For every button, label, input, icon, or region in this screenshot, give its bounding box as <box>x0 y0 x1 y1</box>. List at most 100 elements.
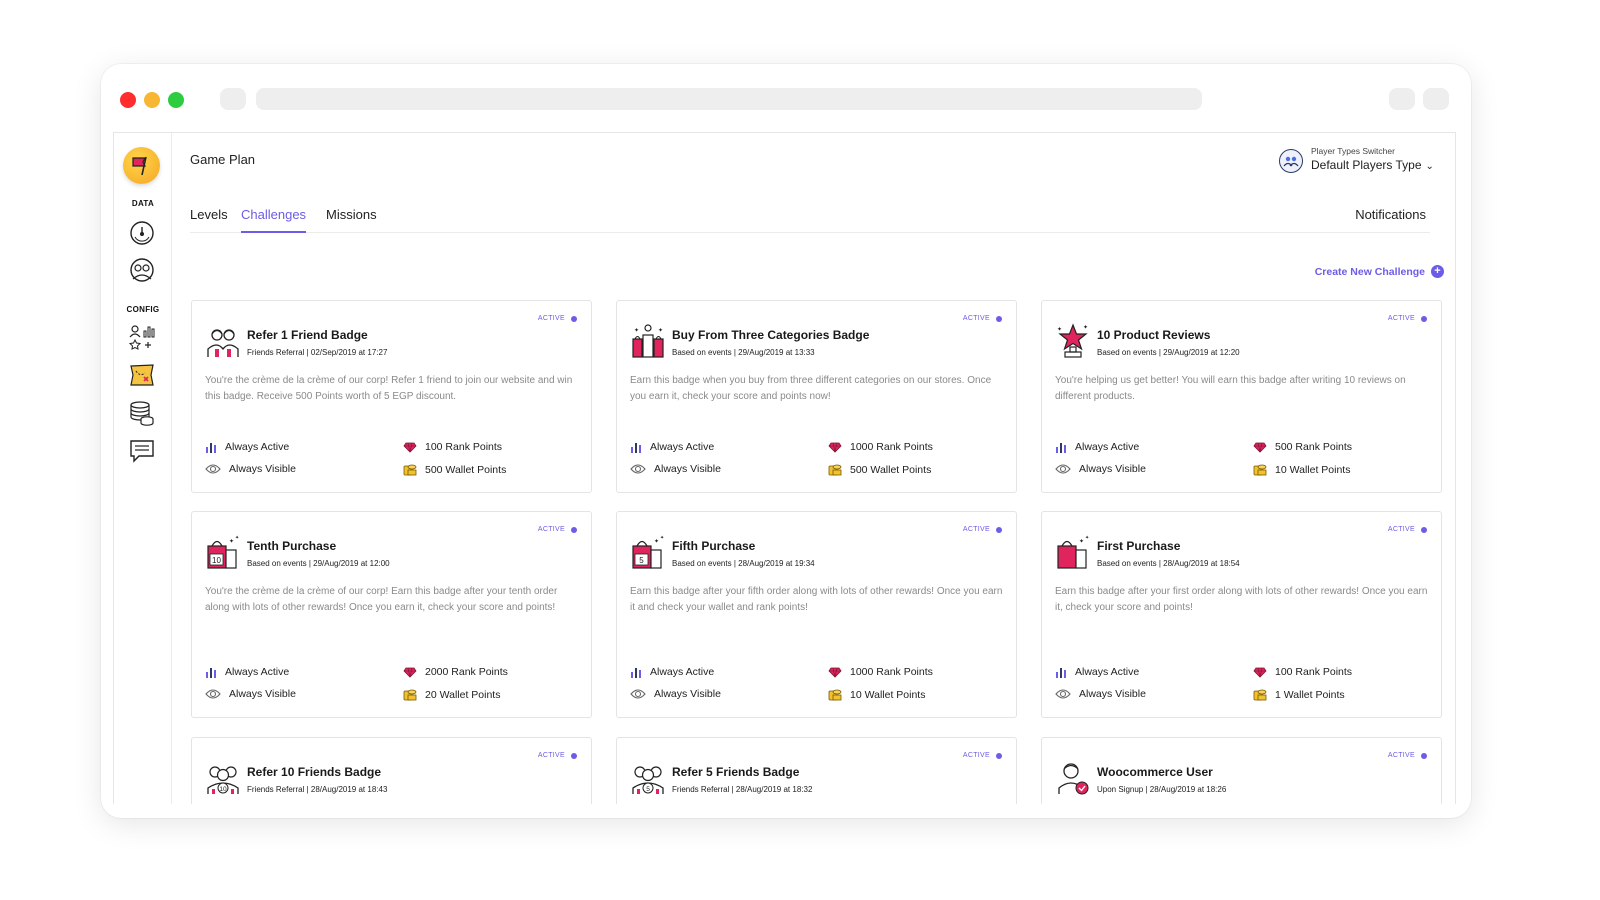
challenge-title: Buy From Three Categories Badge <box>672 328 870 342</box>
gold-coins-icon <box>403 464 417 476</box>
tab-missions[interactable]: Missions <box>326 207 377 231</box>
always-visible-label: Always Visible <box>229 463 296 475</box>
wallet-points-row: 500 Wallet Points <box>828 463 931 476</box>
status-dot <box>1421 526 1427 533</box>
challenge-title: Refer 1 Friend Badge <box>247 328 368 342</box>
wallet-points-row: 10 Wallet Points <box>1253 463 1350 476</box>
ruby-gem-icon <box>403 667 417 678</box>
tab-notifications[interactable]: Notifications <box>1355 207 1426 231</box>
status-dot <box>996 315 1002 322</box>
gauge-icon[interactable] <box>128 219 156 247</box>
create-button-label: Create New Challenge <box>1314 265 1425 278</box>
browser-control-button[interactable] <box>1423 88 1449 110</box>
ruby-gem-icon <box>1253 442 1267 453</box>
challenge-card[interactable]: ACTIVE ✦ ✦ Buy From Three Categories Badg… <box>616 300 1017 493</box>
always-active-label: Always Active <box>1075 441 1140 453</box>
browser-control-button[interactable] <box>1389 88 1415 110</box>
player-types-switcher[interactable]: Player Types Switcher Default Players Ty… <box>1279 146 1439 176</box>
plus-circle-icon: + <box>1431 265 1444 278</box>
always-active-label: Always Active <box>225 666 290 678</box>
status-badge: ACTIVE <box>963 752 1002 759</box>
rank-points: 100 Rank Points <box>1275 666 1353 678</box>
status-badge: ACTIVE <box>538 752 577 759</box>
ruby-gem-icon <box>403 442 417 453</box>
create-new-challenge-button[interactable]: Create New Challenge + <box>1315 265 1444 278</box>
svg-text:✦: ✦ <box>660 535 664 541</box>
coins-stack-icon[interactable] <box>128 399 156 427</box>
switcher-value: Default Players Type ⌄ <box>1311 158 1434 172</box>
chat-icon[interactable] <box>128 437 156 465</box>
shopping-bag-icon: ✦ ✦ <box>1056 534 1090 570</box>
status-label: ACTIVE <box>537 526 565 533</box>
status-dot <box>996 526 1002 533</box>
challenge-description: You're helping us get better! You will e… <box>1055 375 1406 402</box>
challenge-card[interactable]: ACTIVE Refer 1 Friend Badge Friends Refe… <box>191 300 592 493</box>
always-visible-label: Always Visible <box>1079 463 1146 475</box>
status-dot <box>571 315 577 322</box>
bar-chart-icon <box>631 668 641 678</box>
wallet-points: 10 Wallet Points <box>1275 463 1351 476</box>
rank-points-row: 100 Rank Points <box>1253 666 1352 678</box>
players-group-icon <box>1279 149 1303 173</box>
wallet-points-row: 20 Wallet Points <box>403 688 500 701</box>
wallet-points: 500 Wallet Points <box>850 463 932 476</box>
challenge-card[interactable]: ACTIVE 10 Refer 10 Friends Badge Friends… <box>191 737 592 804</box>
rank-points-row: 1000 Rank Points <box>828 441 933 453</box>
challenge-card[interactable]: ACTIVE ✦ ✦ 10 Product Reviews Based on ev… <box>1041 300 1442 493</box>
tab-challenges[interactable]: Challenges <box>241 207 307 233</box>
challenge-meta: Based on events | 28/Aug/2019 at 19:34 <box>672 559 815 568</box>
gold-coins-icon <box>403 689 417 701</box>
referral-group-icon: 5 <box>631 760 665 796</box>
always-active-label: Always Active <box>650 441 715 453</box>
challenge-card[interactable]: ACTIVE 10 ✦ ✦ Tenth Purchase Based on even… <box>191 511 592 718</box>
rank-points-row: 2000 Rank Points <box>403 666 508 678</box>
tab-levels[interactable]: Levels <box>190 207 228 231</box>
gold-coins-icon <box>1253 689 1267 701</box>
always-active-row: Always Active <box>1055 666 1139 678</box>
status-label: ACTIVE <box>537 315 565 322</box>
referral-badge-icon <box>206 323 240 359</box>
challenge-description: Earn this badge after your first order a… <box>1055 586 1428 613</box>
app-logo[interactable] <box>123 147 160 184</box>
wallet-points: 1 Wallet Points <box>1275 688 1345 701</box>
challenge-card[interactable]: ACTIVE Woocommerce User Upon Signup | 28… <box>1041 737 1442 804</box>
back-button[interactable] <box>220 88 246 110</box>
eye-icon <box>205 689 221 699</box>
player-stats-icon[interactable] <box>128 323 156 351</box>
close-window-button[interactable] <box>120 92 136 108</box>
status-label: ACTIVE <box>1387 752 1415 759</box>
status-badge: ACTIVE <box>538 315 577 322</box>
challenge-description: You're the crème de la crème of our corp… <box>205 375 573 402</box>
challenge-description: You're the crème de la crème of our corp… <box>205 586 558 613</box>
challenge-card[interactable]: ACTIVE ✦ ✦ First Purchase Based on events… <box>1041 511 1442 718</box>
challenge-meta: Based on events | 29/Aug/2019 at 12:20 <box>1097 348 1240 357</box>
wallet-points: 20 Wallet Points <box>425 688 501 701</box>
main-content: Game Plan Player Types Switcher Default … <box>172 133 1455 804</box>
status-dot <box>1421 752 1427 759</box>
challenge-meta: Based on events | 29/Aug/2019 at 13:33 <box>672 348 815 357</box>
wallet-points-row: 500 Wallet Points <box>403 463 506 476</box>
shopping-bag-icon: 5 ✦ ✦ <box>631 534 665 570</box>
always-visible-row: Always Visible <box>630 688 721 700</box>
status-dot <box>571 752 577 759</box>
always-active-row: Always Active <box>205 441 289 453</box>
always-active-row: Always Active <box>1055 441 1139 453</box>
ruby-gem-icon <box>1253 667 1267 678</box>
sidebar: DATA CONFIG <box>114 133 172 804</box>
challenge-card[interactable]: ACTIVE 5 Refer 5 Friends Badge Friends R… <box>616 737 1017 804</box>
always-visible-label: Always Visible <box>654 688 721 700</box>
treasure-map-icon[interactable] <box>128 361 156 389</box>
address-bar[interactable] <box>256 88 1202 110</box>
shopping-bag-icon: 10 ✦ ✦ <box>206 534 240 570</box>
status-badge: ACTIVE <box>1388 752 1427 759</box>
maximize-window-button[interactable] <box>168 92 184 108</box>
referral-group-icon: 10 <box>206 760 240 796</box>
always-active-row: Always Active <box>630 666 714 678</box>
challenge-card[interactable]: ACTIVE 5 ✦ ✦ Fifth Purchase Based on event… <box>616 511 1017 718</box>
minimize-window-button[interactable] <box>144 92 160 108</box>
challenge-title: 10 Product Reviews <box>1097 328 1211 342</box>
always-visible-row: Always Visible <box>1055 688 1146 700</box>
challenge-meta: Upon Signup | 28/Aug/2019 at 18:26 <box>1097 785 1227 794</box>
bar-chart-icon <box>1056 668 1066 678</box>
users-icon[interactable] <box>128 257 156 285</box>
